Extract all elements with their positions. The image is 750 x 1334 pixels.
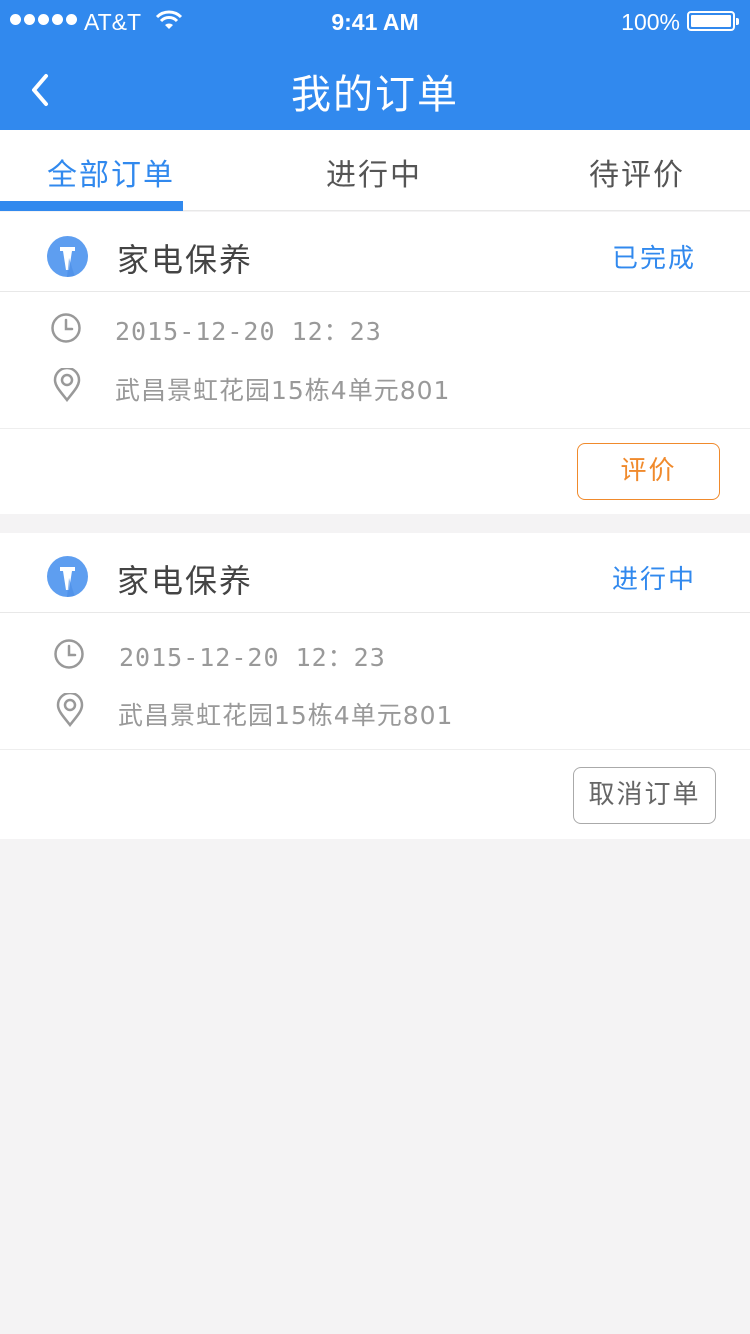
battery-icon xyxy=(687,11,739,31)
order-datetime: 2015-12-20 12：23 xyxy=(119,643,386,672)
rate-button[interactable]: 评价 xyxy=(577,443,720,500)
order-card-footer: 取消订单 xyxy=(0,749,750,839)
location-pin-icon xyxy=(53,368,81,402)
appliance-service-icon xyxy=(47,556,88,597)
order-datetime: 2015-12-20 12：23 xyxy=(115,317,382,346)
order-card[interactable]: 家电保养 进行中 2015-12-20 12：23 武昌景虹花园15栋4单元80… xyxy=(0,533,750,839)
tab-pending-review[interactable]: 待评价 xyxy=(589,150,685,194)
order-card-footer: 评价 xyxy=(0,428,750,514)
nav-header: AT&T 9:41 AM 100% 我的订单 xyxy=(0,0,750,130)
tab-all-orders[interactable]: 全部订单 xyxy=(47,150,175,194)
page-title: 我的订单 xyxy=(291,72,459,118)
order-card-header: 家电保养 已完成 xyxy=(0,212,750,292)
tab-in-progress[interactable]: 进行中 xyxy=(326,150,422,194)
cancel-order-button[interactable]: 取消订单 xyxy=(573,767,716,824)
status-bar: AT&T 9:41 AM 100% xyxy=(0,0,750,42)
active-tab-indicator xyxy=(0,201,183,211)
order-address: 武昌景虹花园15栋4单元801 xyxy=(115,376,451,405)
clock-icon xyxy=(51,313,81,343)
clock-icon xyxy=(54,639,84,669)
location-pin-icon xyxy=(56,693,84,727)
order-status: 已完成 xyxy=(611,244,696,274)
order-card[interactable]: 家电保养 已完成 2015-12-20 12：23 武昌景虹花园15栋4单元80… xyxy=(0,212,750,514)
service-name: 家电保养 xyxy=(117,562,254,600)
appliance-service-icon xyxy=(47,236,88,277)
service-name: 家电保养 xyxy=(117,241,254,279)
order-card-header: 家电保养 进行中 xyxy=(0,533,750,613)
battery-percent: 100% xyxy=(621,9,680,35)
order-status: 进行中 xyxy=(611,565,696,595)
order-tabs: 全部订单 进行中 待评价 xyxy=(0,130,750,211)
order-address: 武昌景虹花园15栋4单元801 xyxy=(118,701,454,730)
